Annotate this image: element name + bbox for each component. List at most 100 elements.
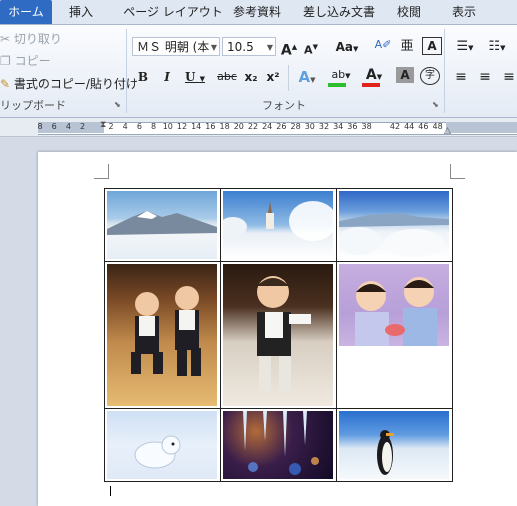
font-name-value: ＭＳ 明朝 (本 (137, 40, 210, 54)
cut-label: 切り取り (13, 32, 62, 46)
table-cell[interactable] (336, 261, 453, 409)
font-size-combo[interactable]: 10.5 ▼ (222, 37, 276, 56)
change-case-button[interactable]: Aa▼ (334, 37, 360, 57)
ruler-tick-label: 26 (276, 122, 287, 131)
table-cell[interactable] (104, 408, 221, 482)
ruler-tick-label: 4 (65, 122, 71, 131)
underline-icon: U (184, 70, 196, 84)
tab-review[interactable]: 校閲 (386, 0, 432, 24)
ruler-tick-label: 8 (37, 122, 43, 131)
bullets-button[interactable]: ☰▼ (452, 37, 478, 57)
kimono-shape (355, 277, 437, 346)
table-cell[interactable] (220, 261, 337, 409)
group-separator (126, 29, 127, 113)
enclose-characters-button[interactable]: 字 (420, 67, 440, 85)
ruler-tick-label: 22 (247, 122, 259, 131)
dialog-launcher-icon[interactable]: ⬊ (432, 100, 439, 109)
toddler-walking-photo (223, 264, 333, 406)
toddlers-shape (131, 286, 201, 376)
bold-button[interactable]: B (134, 67, 152, 87)
bold-icon: B (137, 70, 149, 84)
align-left-button[interactable]: ≡ (452, 67, 470, 87)
subscript-button[interactable]: x₂ (242, 67, 260, 87)
copy-label: コピー (14, 54, 51, 68)
ruler-tick-label: 14 (191, 122, 202, 131)
font-name-combo[interactable]: ＭＳ 明朝 (本 ▼ (132, 37, 220, 56)
indent-marker-icon[interactable]: ⧗ (100, 120, 106, 130)
tab-home[interactable]: ホーム (0, 0, 52, 24)
strikethrough-button[interactable]: abc (216, 67, 238, 87)
copy-icon: ❐ (0, 54, 11, 68)
tab-mailings[interactable]: 差し込み文書 (296, 0, 382, 24)
shrink-font-button[interactable]: A▼ (302, 37, 320, 57)
kimono-children-photo (339, 264, 449, 346)
ruler-tick-label: 8 (151, 122, 157, 131)
font-color-bar (362, 83, 380, 87)
character-shading-button[interactable]: A (396, 67, 414, 83)
table-cell[interactable] (220, 408, 337, 482)
change-case-icon: Aa (335, 40, 353, 54)
underline-button[interactable]: U ▼ (182, 67, 208, 87)
document-page[interactable] (38, 152, 517, 506)
ribbon-tab-bar: ホーム 挿入 ページ レイアウト 参考資料 差し込み文書 校閲 表示 (0, 0, 517, 25)
dialog-launcher-icon[interactable]: ⬊ (114, 100, 121, 109)
align-center-button[interactable]: ≡ (476, 67, 494, 87)
horizontal-ruler[interactable]: 8 6 4 2 2 4 6 8 10 12 14 16 18 20 22 24 26 28 30 32 34 36 38 42… (0, 118, 517, 137)
font-color-button[interactable]: A▼ (360, 65, 388, 87)
arctic-fox-photo (107, 411, 217, 479)
table-cell[interactable] (336, 408, 453, 482)
align-left-icon: ≡ (455, 69, 467, 85)
italic-button[interactable]: I (158, 67, 176, 87)
frost-shape (339, 213, 449, 257)
cut-button[interactable]: ✂ 切り取り (0, 30, 62, 48)
tab-view[interactable]: 表示 (438, 0, 490, 24)
text-effects-button[interactable]: A▼ (294, 67, 320, 87)
numbering-button[interactable]: ☷▼ (484, 37, 510, 57)
group-separator (288, 65, 289, 91)
ruler-tick-label: 32 (318, 122, 330, 131)
ruler-margin-right (446, 122, 517, 133)
table-cell[interactable] (104, 261, 221, 409)
align-right-button[interactable]: ≡ (500, 67, 517, 87)
eraser-icon: A✐ (374, 38, 392, 51)
table-cell[interactable] (336, 188, 453, 262)
ruler-tick-label: 46 (418, 122, 429, 131)
copy-button[interactable]: ❐ コピー (0, 52, 51, 70)
toddlers-suits-photo (107, 264, 217, 406)
clear-formatting-button[interactable]: A✐ (374, 35, 392, 55)
tab-references[interactable]: 参考資料 (222, 0, 292, 24)
highlighter-icon: ab (331, 68, 346, 81)
tab-page-layout[interactable]: ページ レイアウト (110, 0, 236, 24)
ruler-tick-label: 16 (205, 122, 216, 131)
text-effects-icon: A (298, 68, 311, 86)
tab-insert[interactable]: 挿入 (58, 0, 104, 24)
table-cell[interactable] (104, 188, 221, 262)
bullet-list-icon: ☰ (456, 39, 469, 54)
ribbon-home: ✂ 切り取り ❐ コピー ✎ 書式のコピー/貼り付け リップボード ⬊ ＭＳ 明… (0, 25, 517, 118)
table-cell[interactable] (220, 188, 337, 262)
superscript-button[interactable]: x² (264, 67, 282, 87)
chevron-down-icon: ▼ (266, 43, 273, 52)
icicles-bokeh-photo (223, 411, 333, 479)
toddler-shape (257, 276, 311, 392)
margin-corner-mark (450, 164, 465, 179)
photo-table[interactable] (104, 188, 453, 482)
subscript-icon: x₂ (244, 70, 258, 84)
phonetic-guide-button[interactable]: 亜 (398, 37, 416, 57)
ruler-tick-label: 18 (219, 122, 230, 131)
penguin-shape (377, 430, 394, 475)
character-shading-icon: A (400, 68, 410, 82)
strikethrough-icon: abc (217, 70, 237, 83)
character-border-button[interactable]: A (422, 37, 442, 55)
format-painter-button[interactable]: ✎ 書式のコピー/貼り付け (0, 75, 138, 93)
align-right-icon: ≡ (503, 69, 515, 85)
scissors-icon: ✂ (0, 32, 11, 46)
font-group-label: フォント (262, 99, 306, 112)
ruler-tick-label: 48 (432, 122, 443, 131)
ruler-tick-label: 4 (122, 122, 128, 131)
highlight-button[interactable]: ab▼ (326, 65, 356, 87)
ruler-tick-label: 2 (80, 122, 86, 131)
ruler-tick-label: 20 (233, 122, 244, 131)
right-indent-marker-icon[interactable]: △ (444, 126, 451, 136)
grow-font-button[interactable]: A▲ (280, 37, 298, 59)
